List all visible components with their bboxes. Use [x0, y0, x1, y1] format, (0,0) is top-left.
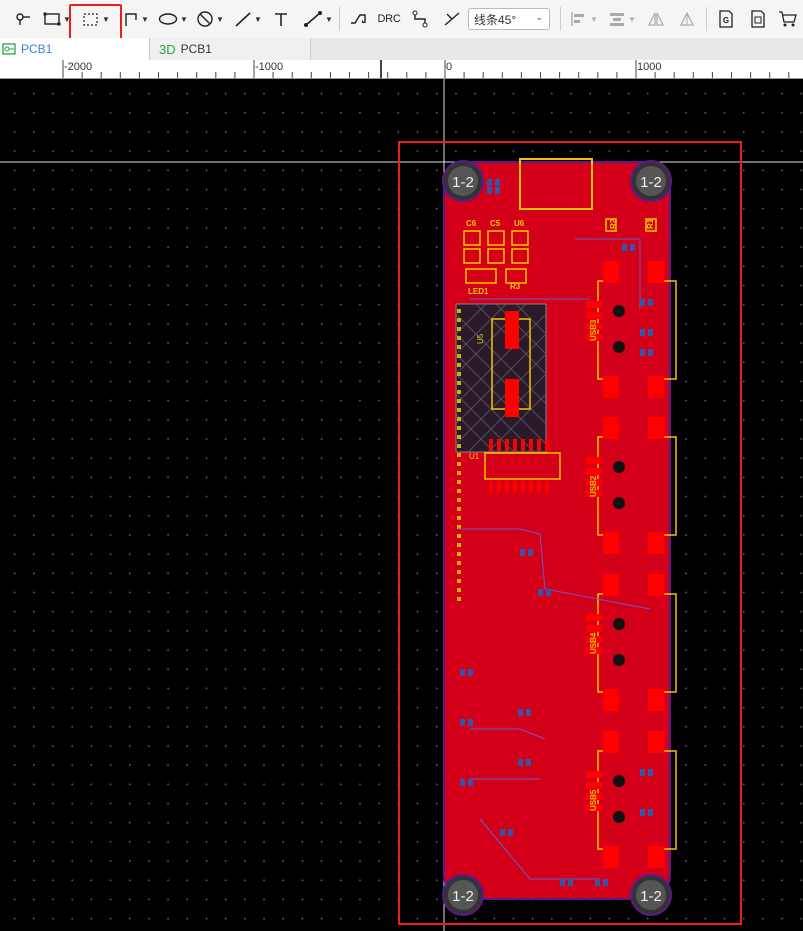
pcb-board[interactable]: U5 U1 C6 C5 U6 R2 R1 LED1R3 USB3USB2USB4USB	[442, 158, 677, 916]
svg-text:G: G	[723, 16, 729, 25]
cart-icon	[779, 11, 797, 27]
gerber-export-button[interactable]: G	[714, 5, 738, 33]
route-tool-button[interactable]	[346, 5, 370, 33]
toolbar: ▼ ▼ ▼ ▼ ▼ ▼ ▼ DRC 线条45° ⌄ ▼ ▼ G	[0, 0, 803, 42]
via-icon	[412, 10, 428, 28]
dimension-tool-button[interactable]: ▼	[302, 5, 334, 33]
drc-button[interactable]: DRC	[376, 5, 402, 33]
svg-text:U6: U6	[514, 219, 525, 228]
tab-label: PCB1	[180, 42, 212, 56]
text-icon	[275, 13, 287, 26]
horizontal-ruler: -2000 -1000 0 1000	[0, 60, 803, 79]
route-icon	[351, 14, 366, 24]
rect-tool-button[interactable]: ▼	[42, 5, 72, 33]
ruler-label: -1000	[255, 61, 284, 73]
mounting-hole[interactable]: 1-2	[442, 160, 484, 202]
svg-text:USB3: USB3	[589, 319, 598, 341]
bom-export-button[interactable]	[746, 5, 770, 33]
chevron-down-icon: ⌄	[535, 12, 543, 22]
svg-text:1-2: 1-2	[640, 174, 662, 191]
pin-tool-button[interactable]	[12, 5, 34, 33]
pcb-icon	[2, 43, 16, 55]
document-tabs: PCB1 3D PCB1	[0, 38, 803, 61]
distribute-tool-button[interactable]: ▼	[606, 5, 638, 33]
tab-label: PCB1	[21, 42, 53, 56]
mounting-hole[interactable]: 1-2	[630, 874, 672, 916]
line-mode-select[interactable]: 线条45° ⌄	[468, 8, 550, 30]
svg-text:C6: C6	[466, 219, 477, 228]
tab-pcb1[interactable]: PCB1	[0, 38, 150, 60]
dimension-icon	[304, 11, 323, 27]
polyline-tool-button[interactable]: ▼	[122, 5, 150, 33]
svg-text:1-2: 1-2	[452, 174, 474, 191]
distribute-icon	[610, 13, 625, 26]
svg-text:R1: R1	[646, 218, 655, 229]
svg-text:U1: U1	[469, 452, 480, 461]
flip-vertical-button[interactable]	[674, 5, 698, 33]
ruler-label: 1000	[637, 61, 662, 73]
flip-horizontal-button[interactable]	[644, 5, 668, 33]
gerber-file-icon: G	[719, 10, 733, 28]
polyline-icon	[125, 13, 137, 26]
svg-text:C5: C5	[490, 219, 501, 228]
ellipse-icon	[158, 13, 178, 25]
svg-text:1-2: 1-2	[452, 888, 474, 905]
line-icon	[235, 12, 251, 27]
svg-text:USB4: USB4	[589, 632, 598, 654]
svg-text:LED1: LED1	[468, 287, 489, 296]
ruler-label: -2000	[64, 61, 93, 73]
svg-text:USB2: USB2	[589, 475, 598, 497]
pin-icon	[16, 13, 30, 25]
3d-icon: 3D	[159, 41, 176, 57]
flip-vertical-icon	[680, 11, 694, 26]
corner-tool-button[interactable]	[440, 5, 464, 33]
mounting-hole[interactable]: 1-2	[630, 160, 672, 202]
svg-text:U5: U5	[476, 333, 485, 344]
mounting-hole[interactable]: 1-2	[442, 874, 484, 916]
no-entry-tool-button[interactable]: ▼	[195, 5, 225, 33]
svg-text:1-2: 1-2	[640, 888, 662, 905]
line-mode-value: 线条45°	[474, 12, 517, 27]
svg-text:USB5: USB5	[589, 789, 598, 811]
circle-slash-icon	[197, 11, 213, 27]
text-tool-button[interactable]	[270, 5, 292, 33]
ruler-ticks	[62, 60, 790, 78]
ellipse-tool-button[interactable]: ▼	[158, 5, 188, 33]
ruler-label: 0	[446, 61, 453, 73]
align-left-icon	[571, 12, 585, 26]
rectangle-icon	[43, 12, 61, 26]
highlight-box	[69, 4, 122, 42]
align-tool-button[interactable]: ▼	[568, 5, 600, 33]
via-tool-button[interactable]	[408, 5, 432, 33]
flip-horizontal-icon	[648, 12, 664, 26]
order-pcb-button[interactable]	[776, 5, 800, 33]
tab-3d-pcb1[interactable]: 3D PCB1	[151, 38, 311, 60]
pcb-drawing: U5 U1 C6 C5 U6 R2 R1 LED1R3 USB3USB2USB4USB	[0, 79, 803, 931]
pcb-canvas[interactable]: U5 U1 C6 C5 U6 R2 R1 LED1 R3 USB3 USB2 USB4 USB	[0, 79, 803, 931]
bom-file-icon	[751, 10, 765, 28]
corner-icon	[444, 12, 460, 26]
line-tool-button[interactable]: ▼	[232, 5, 264, 33]
